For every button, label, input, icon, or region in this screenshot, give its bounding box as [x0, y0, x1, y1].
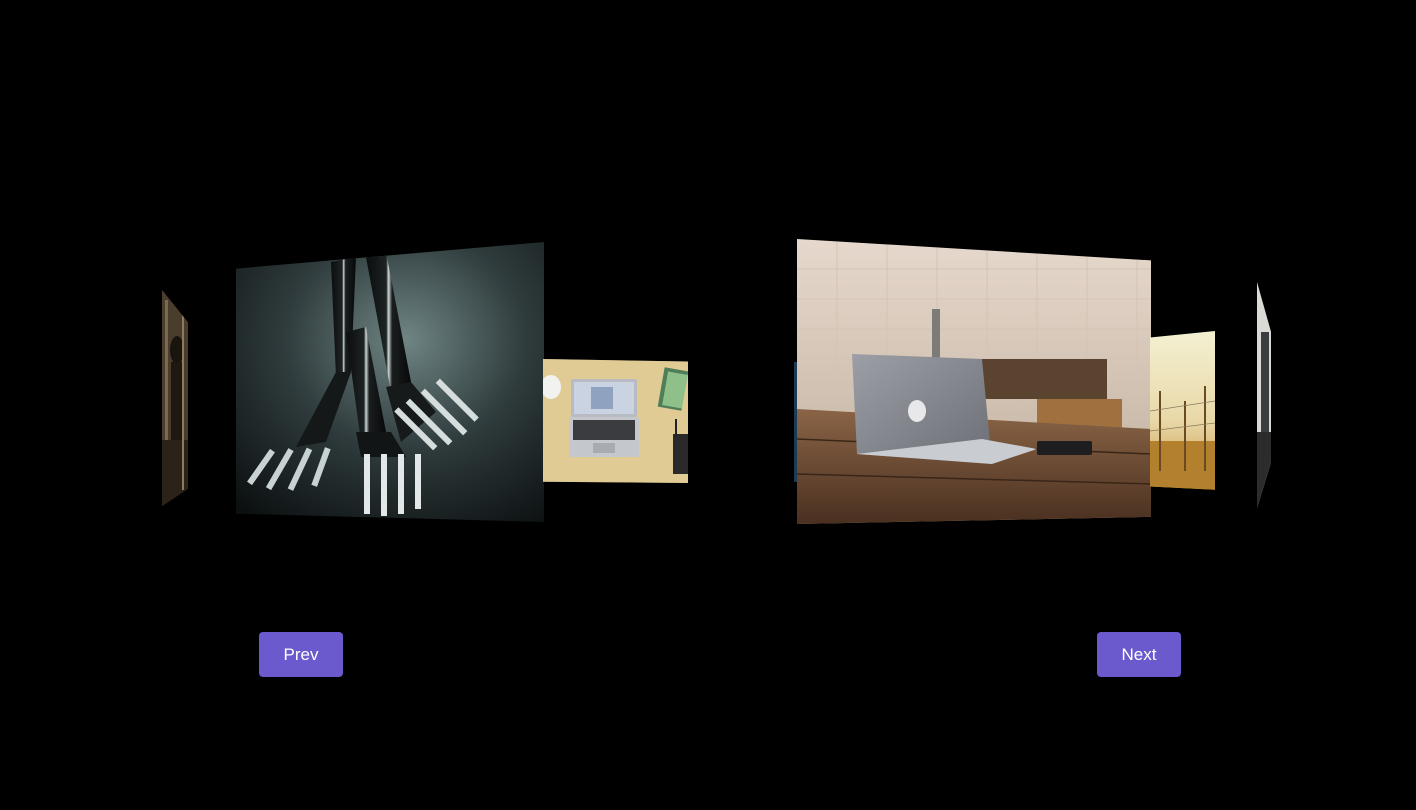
slide-laptop-desk[interactable] — [543, 359, 688, 483]
laptop-cafe-image — [797, 239, 1151, 524]
statue-image — [1257, 282, 1271, 508]
carousel-stage: Prev Next — [0, 0, 1416, 810]
slide-stone-figure[interactable] — [162, 290, 188, 506]
slide-forks[interactable] — [236, 242, 544, 522]
slide-statue[interactable] — [1257, 282, 1271, 508]
laptop-desk-image — [543, 359, 688, 483]
next-button[interactable]: Next — [1097, 632, 1181, 677]
slide-fence-field[interactable] — [1150, 331, 1215, 490]
stone-figure-image — [162, 290, 188, 506]
fence-field-image — [1150, 331, 1215, 490]
slide-laptop-cafe[interactable] — [797, 239, 1151, 524]
prev-button[interactable]: Prev — [259, 632, 343, 677]
forks-image — [236, 242, 544, 522]
